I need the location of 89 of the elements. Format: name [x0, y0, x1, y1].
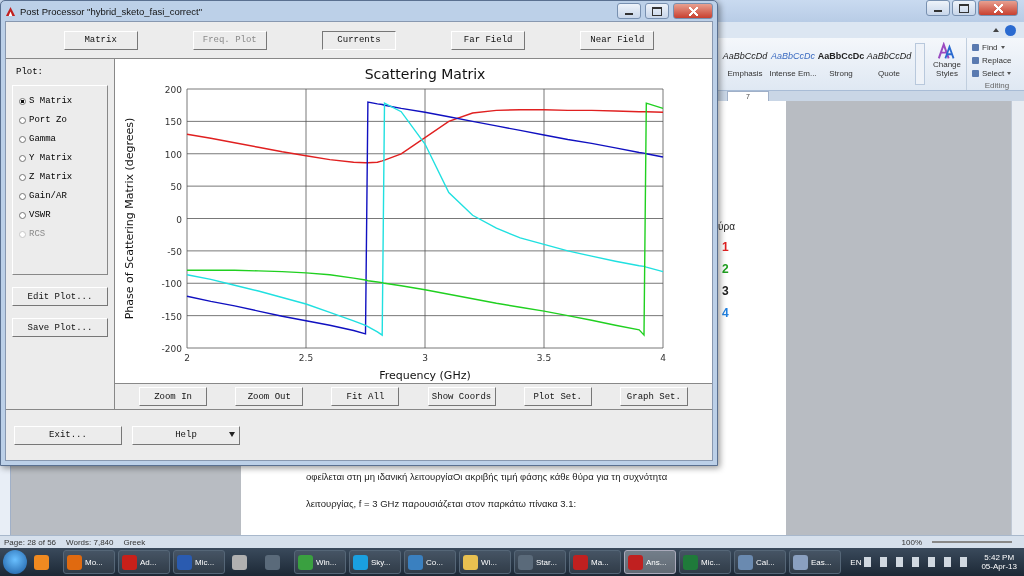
style-preset[interactable]: AaBbCcDc Intense Em... — [771, 50, 815, 78]
paragraph-line: λειτουργίας, f = 3 GHz παρουσιάζεται στον παρκάτω πίνακα 3.1: — [306, 497, 578, 511]
chart-tool-button[interactable]: Show Coords — [427, 387, 496, 406]
x-axis-label: Frequency (GHz) — [379, 369, 471, 382]
dropdown-icon — [1007, 71, 1012, 75]
chart-title: Scattering Matrix — [364, 66, 486, 82]
dropdown-icon — [1000, 46, 1005, 50]
taskbar-button[interactable]: Ans... — [624, 550, 676, 574]
y-axis-label: Phase of Scattering Matrix (degrees) — [123, 117, 136, 320]
plot-type-radio[interactable]: S Matrix — [19, 96, 101, 106]
mode-button[interactable]: Far Field — [451, 30, 526, 50]
mode-button[interactable]: Near Field — [580, 30, 655, 50]
editing-command[interactable]: Find — [972, 42, 1022, 54]
chart-tool-button[interactable]: Zoom Out — [235, 387, 304, 406]
taskbar-button[interactable]: Eas... — [789, 550, 841, 574]
table-cell-text: 3 — [721, 284, 729, 298]
chart-tool-button[interactable]: Zoom In — [139, 387, 208, 406]
minimize-button[interactable] — [617, 3, 641, 19]
plot-type-radio[interactable]: Gain/AR — [19, 191, 101, 201]
style-preset[interactable]: AaBbCcDc Strong — [819, 50, 863, 78]
window-title: Post Processor "hybrid_sketo_fasi_correct" — [20, 5, 203, 17]
y-tick-label: -100 — [161, 279, 182, 290]
dialog-button[interactable]: Help — [132, 425, 240, 445]
paragraph-line: οφείλεται στη μη ιδανική λειτουργίαΟι ακριβής τιμή φάσης κάθε θύρα για τη συχνότητα — [306, 470, 669, 484]
taskbar-button[interactable]: Mic... — [679, 550, 731, 574]
y-tick-label: 100 — [164, 149, 182, 160]
style-preset[interactable]: AaBbCcDd Emphasis — [723, 50, 767, 78]
mode-button[interactable]: Currents — [321, 30, 396, 50]
group-label: Editing — [983, 81, 1011, 90]
page-count[interactable]: Page: 28 of 56 — [4, 537, 57, 547]
y-tick-label: 0 — [176, 214, 182, 225]
taskbar-button[interactable]: Ma... — [569, 550, 621, 574]
close-button[interactable] — [673, 3, 713, 19]
word-count[interactable]: Words: 7,840 — [66, 537, 114, 547]
y-tick-label: 50 — [170, 182, 182, 193]
plot-type-radio[interactable]: Port Zo — [19, 115, 101, 125]
y-tick-label: -200 — [161, 344, 182, 354]
restore-button[interactable] — [952, 0, 976, 16]
taskbar-button[interactable]: Wi... — [459, 550, 511, 574]
plot-label: Plot: — [16, 67, 44, 77]
table-cell-text: 2 — [721, 262, 729, 276]
style-preset[interactable]: AaBbCcDd Quote — [867, 50, 911, 78]
y-tick-label: 150 — [164, 117, 182, 128]
plot-type-radio[interactable]: VSWR — [19, 210, 101, 220]
plot-type-radio[interactable]: Z Matrix — [19, 172, 101, 182]
x-tick-label: 3 — [422, 353, 428, 363]
x-tick-label: 2 — [184, 353, 190, 363]
maximize-button[interactable] — [645, 3, 669, 19]
change-styles-button[interactable]: Change Styles — [928, 38, 967, 90]
app-logo-icon — [5, 5, 16, 17]
x-tick-label: 3.5 — [536, 353, 552, 363]
x-tick-label: 2.5 — [298, 353, 314, 363]
plot-action-button[interactable]: Edit Plot... — [12, 287, 108, 306]
mode-button[interactable]: Matrix — [63, 30, 138, 50]
y-tick-label: -150 — [161, 311, 182, 322]
help-icon[interactable] — [1005, 24, 1016, 36]
x-tick-label: 4 — [660, 353, 666, 363]
taskbar-button[interactable]: Mo... — [63, 550, 115, 574]
taskbar-button[interactable]: Mic... — [173, 550, 225, 574]
language-indicator[interactable]: EN — [850, 557, 862, 567]
y-tick-label: -50 — [167, 246, 182, 257]
styles-letters-icon — [937, 42, 957, 60]
y-tick-label: 200 — [164, 85, 182, 95]
taskbar-button[interactable]: Star... — [514, 550, 566, 574]
start-button[interactable] — [3, 550, 27, 574]
menu-arrow-icon — [229, 431, 235, 437]
table-cell-text: 4 — [721, 306, 729, 320]
editing-command[interactable]: Replace — [972, 54, 1022, 67]
language-indicator[interactable]: Greek — [123, 537, 146, 547]
minimize-button[interactable] — [926, 0, 950, 16]
chart-tool-button[interactable]: Plot Set. — [523, 387, 592, 406]
zoom-level[interactable]: 100% — [901, 537, 922, 547]
taskbar-button[interactable]: Cal... — [734, 550, 786, 574]
dialog-button[interactable]: Exit... — [14, 425, 122, 445]
chart-tool-button[interactable]: Graph Set. — [619, 387, 688, 406]
taskbar-button[interactable]: Win... — [294, 550, 346, 574]
taskbar-button[interactable]: Sky... — [349, 550, 401, 574]
close-button[interactable] — [978, 0, 1018, 16]
clock[interactable]: 5:42 PM 05-Apr-13 — [977, 553, 1021, 571]
chart-tool-button[interactable]: Fit All — [331, 387, 400, 406]
table-cell-text: 1 — [721, 240, 729, 254]
plot-action-button[interactable]: Save Plot... — [12, 318, 108, 337]
plot-type-radio[interactable]: Y Matrix — [19, 153, 101, 163]
table-header: ύρα — [718, 221, 735, 232]
collapse-ribbon-icon[interactable] — [993, 28, 999, 32]
editing-command[interactable]: Select — [972, 67, 1022, 79]
plot-type-radio[interactable]: Gamma — [19, 134, 101, 144]
taskbar-button[interactable]: Ad... — [118, 550, 170, 574]
taskbar-button[interactable]: Co... — [404, 550, 456, 574]
